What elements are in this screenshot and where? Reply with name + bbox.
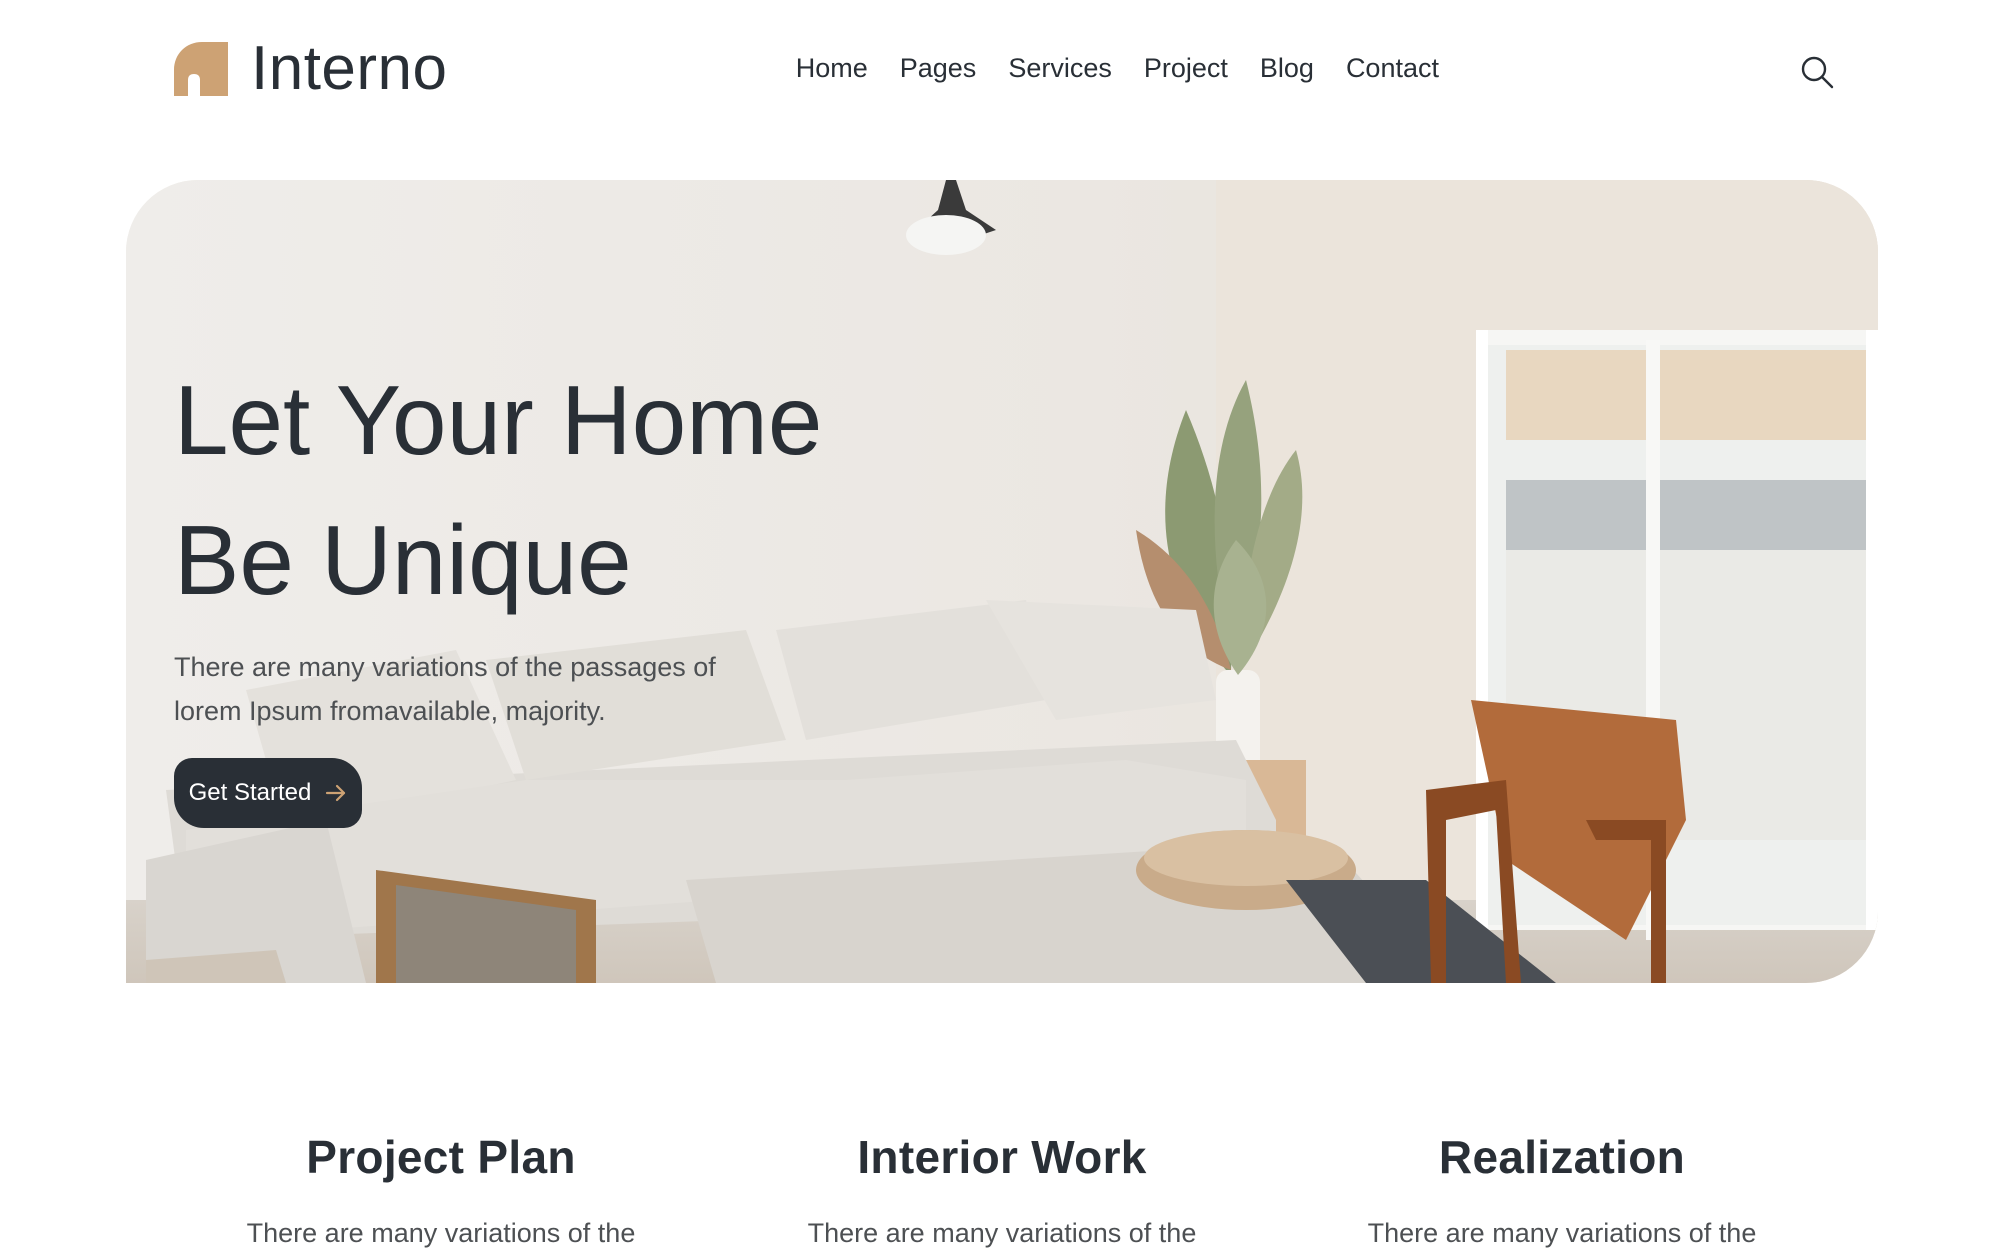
feature-interior-work: Interior Work There are many variations … [722,1130,1282,1251]
nav-contact[interactable]: Contact [1346,52,1439,84]
hero-title-line-2: Be Unique [174,505,632,615]
nav-services[interactable]: Services [1008,52,1112,84]
get-started-button[interactable]: Get Started [174,758,362,828]
arrow-right-icon [326,784,346,802]
logo-text: Interno [251,34,448,103]
feature-title: Interior Work [857,1131,1147,1183]
logo[interactable]: Interno [174,38,448,100]
search-icon[interactable] [1800,55,1834,89]
site-header: Interno Home Pages Services Project Blog… [0,0,2004,150]
logo-mark-icon [174,42,228,96]
feature-title: Realization [1438,1131,1686,1183]
hero-title-line-1: Let Your Home [174,365,823,475]
feature-realization: Realization There are many variations of… [1282,1130,1842,1251]
nav-project[interactable]: Project [1144,52,1228,84]
hero-subtitle: There are many variations of the passage… [174,652,716,726]
feature-title: Project Plan [306,1131,576,1183]
nav-blog[interactable]: Blog [1260,52,1314,84]
nav-home[interactable]: Home [796,52,868,84]
get-started-label: Get Started [188,779,312,806]
main-nav: Home Pages Services Project Blog Contact [796,52,1439,84]
feature-text: There are many variations of the [1367,1218,1757,1249]
hero-title: Let Your Home Be Unique [174,350,822,630]
feature-text: There are many variations of the [246,1218,636,1249]
feature-text: There are many variations of the [807,1218,1197,1249]
feature-project-plan: Project Plan There are many variations o… [161,1130,721,1251]
hero-banner: Let Your Home Be Unique There are many v… [126,180,1878,983]
nav-pages[interactable]: Pages [900,52,977,84]
